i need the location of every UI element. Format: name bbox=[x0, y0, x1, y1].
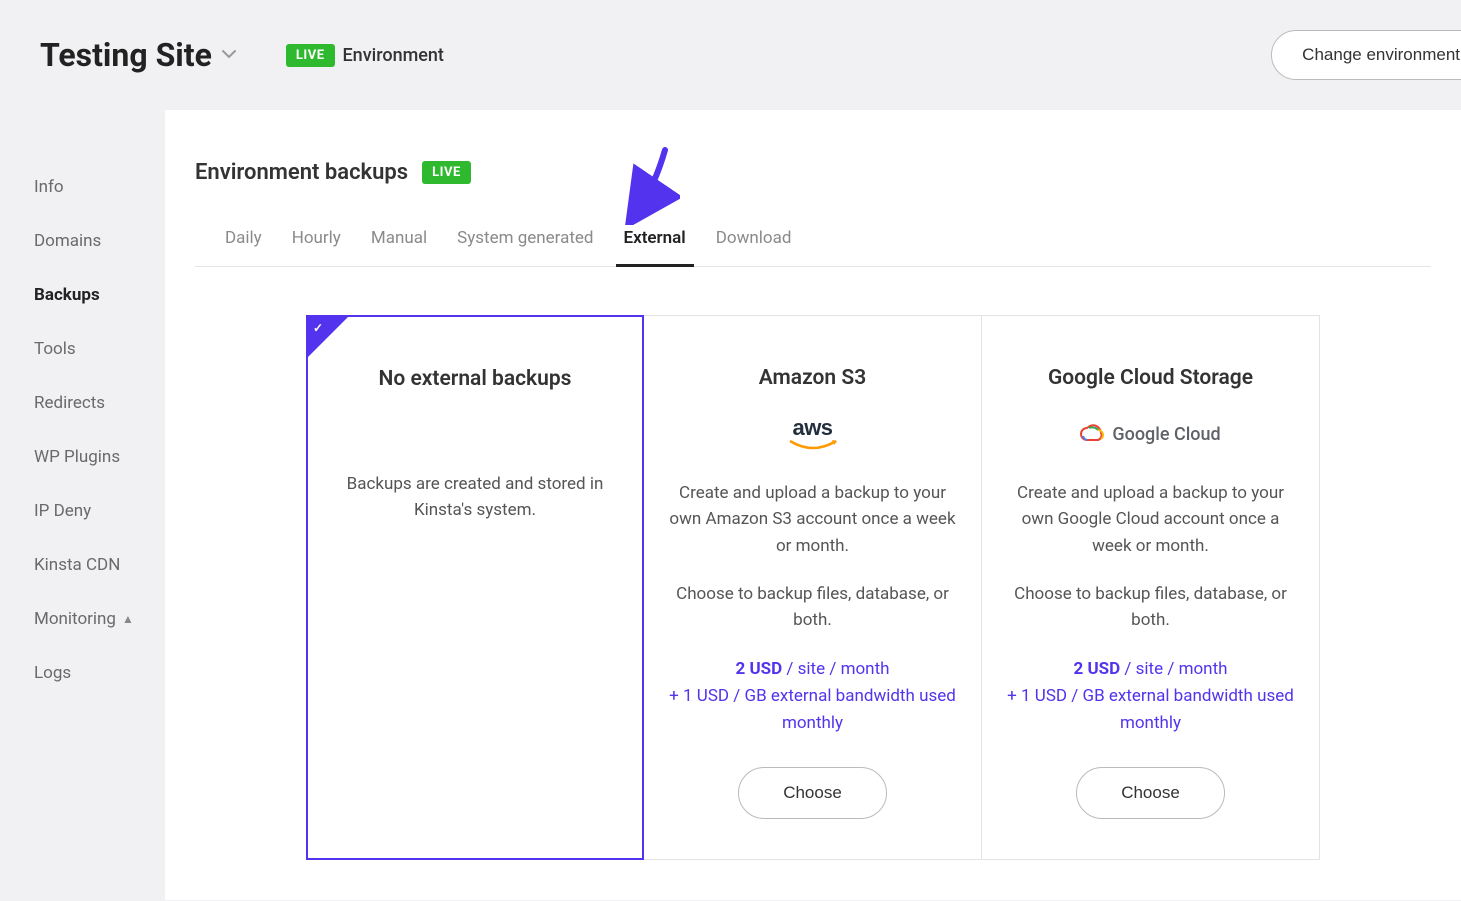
tabs: Daily Hourly Manual System generated Ext… bbox=[195, 220, 1431, 267]
sidebar-item-tools[interactable]: Tools bbox=[34, 322, 165, 376]
tab-download[interactable]: Download bbox=[716, 220, 792, 266]
tab-system-generated[interactable]: System generated bbox=[457, 220, 593, 266]
sidebar-item-label: Info bbox=[34, 177, 64, 197]
sidebar-item-label: Redirects bbox=[34, 393, 105, 413]
main-panel: Environment backups LIVE Daily Hourly Ma… bbox=[165, 110, 1461, 900]
tab-manual[interactable]: Manual bbox=[371, 220, 427, 266]
card-no-external-backups[interactable]: No external backups Backups are created … bbox=[306, 315, 644, 860]
card-amazon-s3: Amazon S3 aws Create and upload a backup… bbox=[644, 315, 982, 860]
sidebar-item-label: IP Deny bbox=[34, 501, 91, 521]
choose-button[interactable]: Choose bbox=[738, 767, 887, 819]
card-description: Create and upload a backup to your own A… bbox=[666, 480, 959, 559]
chevron-down-icon[interactable] bbox=[222, 47, 236, 63]
card-price: 2 USD / site / month + 1 USD / GB extern… bbox=[666, 656, 959, 738]
site-title: Testing Site bbox=[40, 36, 212, 74]
sidebar-item-wp-plugins[interactable]: WP Plugins bbox=[34, 430, 165, 484]
tab-external[interactable]: External bbox=[624, 220, 686, 266]
tab-daily[interactable]: Daily bbox=[225, 220, 262, 266]
choose-button[interactable]: Choose bbox=[1076, 767, 1225, 819]
sidebar-item-label: Domains bbox=[34, 231, 101, 251]
sidebar-item-label: Monitoring bbox=[34, 609, 116, 629]
sidebar-item-label: Logs bbox=[34, 663, 71, 683]
sidebar-item-monitoring[interactable]: Monitoring ▲ bbox=[34, 592, 165, 646]
live-badge: LIVE bbox=[286, 44, 335, 67]
card-description: Choose to backup files, database, or bot… bbox=[666, 581, 959, 634]
sidebar-item-ip-deny[interactable]: IP Deny bbox=[34, 484, 165, 538]
change-environment-button[interactable]: Change environment bbox=[1271, 30, 1461, 80]
page-title: Environment backups bbox=[195, 160, 408, 185]
alert-icon: ▲ bbox=[122, 612, 134, 626]
card-description: Backups are created and stored in Kinsta… bbox=[330, 471, 620, 524]
sidebar-item-label: Tools bbox=[34, 339, 76, 359]
sidebar-item-backups[interactable]: Backups bbox=[34, 268, 165, 322]
sidebar-item-redirects[interactable]: Redirects bbox=[34, 376, 165, 430]
arrow-annotation-icon bbox=[620, 145, 680, 225]
sidebar-item-label: Backups bbox=[34, 285, 100, 305]
card-price: 2 USD / site / month + 1 USD / GB extern… bbox=[1004, 656, 1297, 738]
sidebar-item-label: Kinsta CDN bbox=[34, 555, 120, 575]
sidebar-item-domains[interactable]: Domains bbox=[34, 214, 165, 268]
environment-label: Environment bbox=[343, 45, 444, 66]
card-google-cloud-storage: Google Cloud Storage Google Cloud Create… bbox=[982, 315, 1320, 860]
card-title: Amazon S3 bbox=[666, 366, 959, 390]
card-description: Create and upload a backup to your own G… bbox=[1004, 480, 1297, 559]
sidebar-item-logs[interactable]: Logs bbox=[34, 646, 165, 700]
google-cloud-logo-icon: Google Cloud bbox=[1004, 414, 1297, 454]
live-badge: LIVE bbox=[422, 161, 471, 184]
card-title: Google Cloud Storage bbox=[1004, 366, 1297, 390]
selected-check-icon bbox=[308, 317, 348, 357]
sidebar-item-info[interactable]: Info bbox=[34, 160, 165, 214]
card-title: No external backups bbox=[330, 367, 620, 391]
sidebar: Info Domains Backups Tools Redirects WP … bbox=[0, 100, 165, 900]
tab-hourly[interactable]: Hourly bbox=[292, 220, 341, 266]
sidebar-item-kinsta-cdn[interactable]: Kinsta CDN bbox=[34, 538, 165, 592]
card-description: Choose to backup files, database, or bot… bbox=[1004, 581, 1297, 634]
aws-logo-icon: aws bbox=[666, 414, 959, 454]
sidebar-item-label: WP Plugins bbox=[34, 447, 120, 467]
